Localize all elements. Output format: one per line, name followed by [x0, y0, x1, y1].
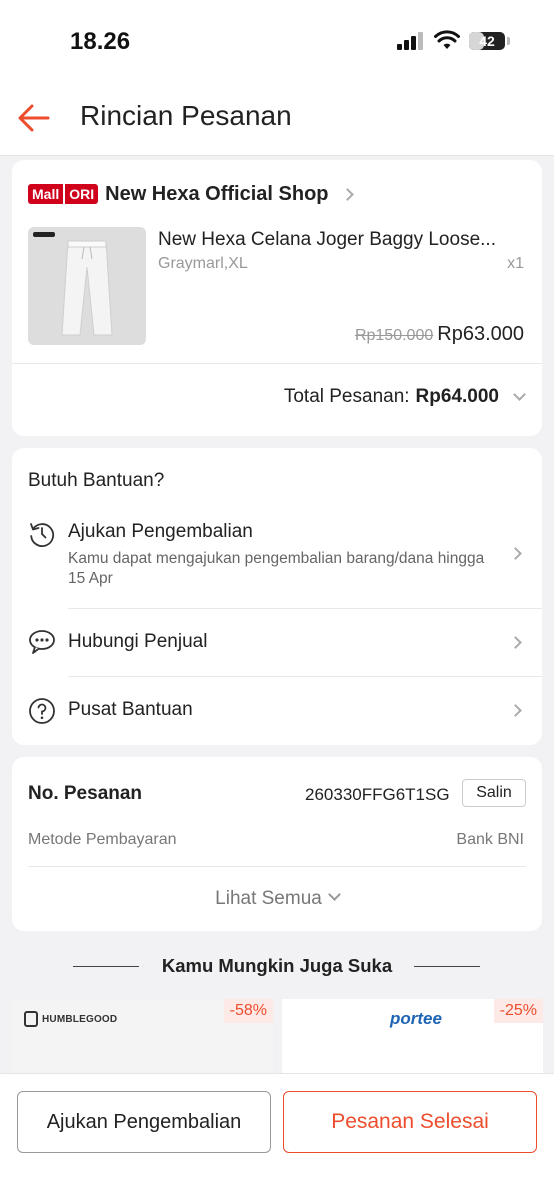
copy-button[interactable]: Salin	[462, 779, 526, 807]
help-item-label: Pusat Bantuan	[68, 699, 193, 720]
help-item-description: Kamu dapat mengajukan pengembalian baran…	[68, 550, 485, 587]
order-total-toggle[interactable]: Total Pesanan: Rp64.000	[283, 386, 526, 408]
request-return-label: Ajukan Pengembalian	[46, 1111, 242, 1133]
divider	[414, 966, 480, 967]
order-item-card: Mall ORI New Hexa Official Shop New Hexa…	[12, 160, 542, 436]
page-title: Rincian Pesanan	[80, 100, 292, 131]
recommended-product-card[interactable]: HUMBLEGOOD -58%	[12, 999, 273, 1079]
battery-percent: 42	[479, 33, 495, 49]
brand-logo: HUMBLEGOOD	[24, 1011, 117, 1027]
image-tag	[33, 232, 55, 237]
chevron-right-icon	[509, 636, 522, 649]
discount-badge: -25%	[493, 999, 543, 1023]
signal-icon	[397, 32, 425, 50]
brand-name: HUMBLEGOOD	[42, 1013, 118, 1025]
humblegood-logo-icon	[24, 1011, 38, 1027]
arrow-left-icon[interactable]	[14, 98, 54, 138]
shop-name: New Hexa Official Shop	[105, 182, 329, 205]
battery-cap	[507, 37, 510, 45]
status-bar: 18.26 42	[0, 0, 554, 80]
ori-badge-text: ORI	[65, 184, 99, 204]
help-icon	[29, 698, 55, 724]
help-item-return[interactable]: Ajukan Pengembalian Kamu dapat mengajuka…	[12, 518, 542, 608]
mall-badge-text: Mall	[28, 184, 64, 204]
battery-icon: 42	[469, 32, 505, 50]
bottom-action-bar: Ajukan Pengembalian Pesanan Selesai	[0, 1073, 554, 1200]
help-item-label: Ajukan Pengembalian	[68, 521, 253, 542]
return-icon	[30, 523, 54, 547]
help-item-label: Hubungi Penjual	[68, 631, 208, 652]
help-item-chat-seller[interactable]: Hubungi Penjual	[12, 608, 542, 676]
request-return-button[interactable]: Ajukan Pengembalian	[17, 1091, 271, 1153]
order-total-label: Total Pesanan:	[283, 386, 410, 407]
chevron-down-icon	[513, 387, 526, 401]
pants-icon	[61, 240, 113, 336]
wifi-icon	[434, 30, 460, 49]
order-info-card: No. Pesanan 260330FFG6T1SG Salin Metode …	[12, 757, 542, 931]
divider	[12, 363, 542, 364]
order-number: 260330FFG6T1SG	[305, 785, 450, 804]
sale-price: Rp63.000	[437, 323, 524, 345]
original-price: Rp150.000	[354, 327, 434, 344]
product-quantity: x1	[507, 255, 524, 272]
product-name[interactable]: New Hexa Celana Joger Baggy Loose...	[158, 229, 496, 251]
payment-method-label: Metode Pembayaran	[28, 831, 177, 848]
see-all-button[interactable]: Lihat Semua	[12, 888, 542, 910]
product-variant: Graymarl,XL	[158, 255, 248, 272]
help-card: Butuh Bantuan? Ajukan Pengembalian Kamu …	[12, 448, 542, 745]
divider	[28, 866, 526, 867]
price-row: Rp150.000 Rp63.000	[355, 323, 524, 346]
chat-icon	[29, 630, 55, 654]
chevron-right-icon	[340, 187, 354, 201]
product-image[interactable]	[28, 227, 146, 345]
chevron-right-icon	[509, 547, 522, 560]
chevron-right-icon	[509, 704, 522, 717]
see-all-label: Lihat Semua	[215, 888, 322, 909]
brand-name: portee	[390, 1009, 442, 1028]
recommendation-header: Kamu Mungkin Juga Suka	[0, 955, 554, 979]
order-complete-label: Pesanan Selesai	[331, 1110, 489, 1133]
discount-badge: -58%	[223, 999, 273, 1023]
chevron-down-icon	[327, 888, 341, 901]
order-complete-button[interactable]: Pesanan Selesai	[283, 1091, 537, 1153]
payment-method-value: Bank BNI	[456, 831, 524, 848]
order-number-label: No. Pesanan	[28, 783, 143, 804]
app-header: Rincian Pesanan	[0, 80, 554, 156]
help-item-help-center[interactable]: Pusat Bantuan	[12, 676, 542, 744]
shop-link[interactable]: Mall ORI New Hexa Official Shop	[28, 182, 354, 206]
order-total-value: Rp64.000	[415, 386, 499, 407]
recommended-product-card[interactable]: portee -25%	[282, 999, 543, 1079]
help-title: Butuh Bantuan?	[28, 470, 165, 491]
mall-badge: Mall ORI	[28, 184, 99, 204]
status-time: 18.26	[70, 28, 131, 55]
